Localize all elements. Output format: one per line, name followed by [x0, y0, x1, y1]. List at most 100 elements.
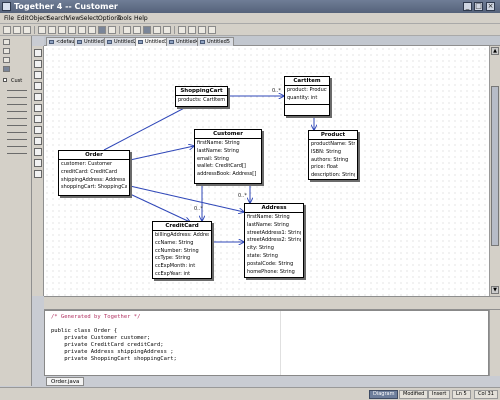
- assoc-order-card[interactable]: [129, 193, 190, 222]
- file-tab-order-java[interactable]: Order.java: [46, 377, 85, 386]
- object-tool-icon[interactable]: [34, 170, 42, 178]
- dependency-tool-icon[interactable]: [34, 126, 42, 134]
- close-button[interactable]: ×: [486, 2, 495, 11]
- menu-bar: File Edit Object Search View Select Opti…: [0, 13, 500, 24]
- assoc-order-cart[interactable]: [103, 104, 192, 151]
- pane-splitter[interactable]: [44, 296, 500, 310]
- print-icon[interactable]: [38, 26, 46, 34]
- tree-item[interactable]: [7, 97, 27, 98]
- status-column: Col 31: [474, 390, 498, 399]
- app-icon: [2, 2, 11, 11]
- class-tool-icon[interactable]: [34, 60, 42, 68]
- run-icon[interactable]: [188, 26, 196, 34]
- tree-item[interactable]: [7, 132, 27, 133]
- menu-tools[interactable]: Tools: [117, 15, 132, 22]
- menu-help[interactable]: Help: [134, 15, 148, 22]
- find-icon[interactable]: [108, 26, 116, 34]
- status-insert: Insert: [428, 390, 451, 399]
- class-customer[interactable]: Customer firstName: String lastName: Str…: [194, 129, 262, 184]
- select-tool-icon[interactable]: [34, 49, 42, 57]
- tree-item[interactable]: [7, 153, 27, 154]
- attribute: shippingAddress: Address: [61, 176, 126, 183]
- class-cartitem[interactable]: CartItem product: Product quantity: int: [284, 76, 330, 116]
- tree-expand-icon[interactable]: [3, 78, 7, 82]
- tree-item[interactable]: [7, 90, 27, 91]
- stop-icon[interactable]: [208, 26, 216, 34]
- explorer-tab-icon[interactable]: [3, 39, 10, 45]
- canvas-scrollbar[interactable]: ▲ ▼: [489, 46, 500, 296]
- class-product[interactable]: Product productName: String ISBN: String…: [308, 130, 358, 180]
- attribute: price: float: [311, 164, 338, 171]
- attribute: creditCard: CreditCard: [61, 168, 117, 175]
- assoc-order-address[interactable]: [129, 185, 244, 212]
- tab-untitled5[interactable]: Untitled5: [197, 37, 234, 46]
- explorer-tab-icon[interactable]: [3, 57, 10, 63]
- menu-select[interactable]: Select: [80, 15, 99, 22]
- class-order[interactable]: Order customer: Customer creditCard: Cre…: [58, 150, 130, 196]
- editor-scrollbar[interactable]: [489, 310, 500, 376]
- debug-icon[interactable]: [198, 26, 206, 34]
- attribute: ccExpMonth: int: [155, 263, 196, 270]
- zoom-in-icon[interactable]: [123, 26, 131, 34]
- class-address[interactable]: Address firstName: String lastName: Stri…: [244, 203, 304, 278]
- compile-icon[interactable]: [178, 26, 186, 34]
- open-icon[interactable]: [13, 26, 21, 34]
- layout-icon[interactable]: [153, 26, 161, 34]
- undo-icon[interactable]: [48, 26, 56, 34]
- tree-item[interactable]: [7, 146, 27, 147]
- tree-item[interactable]: [7, 104, 27, 105]
- scrollbar-thumb[interactable]: [491, 86, 499, 246]
- scroll-down-icon[interactable]: ▼: [491, 286, 499, 294]
- paste-icon[interactable]: [88, 26, 96, 34]
- zoom-out-icon[interactable]: [133, 26, 141, 34]
- code-line: public class Order {: [51, 328, 118, 334]
- interface-tool-icon[interactable]: [34, 71, 42, 79]
- class-shoppingcart[interactable]: ShoppingCart products: CartItem[]: [175, 86, 228, 107]
- diagram-icon: [77, 40, 82, 44]
- window-title: Together 4 -- Customer: [14, 2, 118, 11]
- menu-view[interactable]: View: [66, 15, 80, 22]
- maximize-button[interactable]: □: [474, 2, 483, 11]
- menu-object[interactable]: Object: [29, 15, 49, 22]
- new-icon[interactable]: [3, 26, 11, 34]
- class-name: Order: [59, 151, 129, 160]
- composition-tool-icon[interactable]: [34, 115, 42, 123]
- tree-item[interactable]: [7, 118, 27, 119]
- menu-search[interactable]: Search: [47, 15, 68, 22]
- menu-edit[interactable]: Edit: [17, 15, 29, 22]
- package-tool-icon[interactable]: [34, 82, 42, 90]
- toolbar-separator: [34, 26, 35, 34]
- save-icon[interactable]: [23, 26, 31, 34]
- status-bar: Diagram Modified Insert Ln 5 Col 31: [0, 387, 500, 400]
- generalization-tool-icon[interactable]: [34, 137, 42, 145]
- aggregation-tool-icon[interactable]: [34, 104, 42, 112]
- assoc-order-customer[interactable]: [129, 146, 194, 161]
- diagram-canvas[interactable]: 0..* 0..* 0..* ShoppingCart products: Ca…: [44, 46, 489, 296]
- explorer-tab-icon[interactable]: [3, 48, 10, 54]
- tree-root-label[interactable]: Cust: [11, 78, 22, 84]
- attribute: homePhone: String: [247, 268, 295, 275]
- note-link-tool-icon[interactable]: [34, 159, 42, 167]
- tree-item[interactable]: [7, 111, 27, 112]
- attribute-list: customer: Customer creditCard: CreditCar…: [59, 160, 129, 193]
- class-creditcard[interactable]: CreditCard billingAddress: Address ccNam…: [152, 221, 212, 279]
- operations-compartment: [285, 103, 329, 107]
- copy-icon[interactable]: [78, 26, 86, 34]
- tree-item[interactable]: [7, 139, 27, 140]
- properties-icon[interactable]: [163, 26, 171, 34]
- class-name: CreditCard: [153, 222, 211, 231]
- binoculars-icon[interactable]: [98, 26, 106, 34]
- scroll-up-icon[interactable]: ▲: [491, 47, 499, 55]
- tree-item[interactable]: [7, 125, 27, 126]
- diagram-icon: [169, 40, 174, 44]
- minimize-button[interactable]: _: [463, 2, 472, 11]
- diagram-icon[interactable]: [143, 26, 151, 34]
- attribute-list: firstName: String lastName: String email…: [195, 139, 261, 180]
- explorer-tab-icon[interactable]: [3, 66, 10, 72]
- code-editor[interactable]: /* Generated by Together */ public class…: [44, 310, 489, 376]
- menu-file[interactable]: File: [4, 15, 14, 22]
- note-tool-icon[interactable]: [34, 148, 42, 156]
- cut-icon[interactable]: [68, 26, 76, 34]
- association-tool-icon[interactable]: [34, 93, 42, 101]
- redo-icon[interactable]: [58, 26, 66, 34]
